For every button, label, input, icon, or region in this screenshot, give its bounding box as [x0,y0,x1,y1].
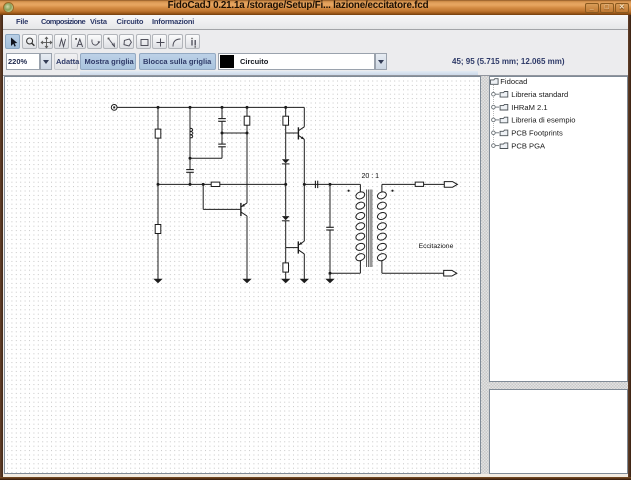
svg-text:20 : 1: 20 : 1 [362,173,380,180]
svg-text:Fidocad: Fidocad [500,77,527,86]
svg-text:Libreria standard: Libreria standard [511,90,568,99]
svg-text:Eccitazione: Eccitazione [419,243,454,250]
svg-text:Libreria di esempio: Libreria di esempio [511,116,575,125]
svg-text:IHRaM 2.1: IHRaM 2.1 [511,103,547,112]
svg-text:PCB PGA: PCB PGA [511,141,546,150]
svg-text:PCB Footprints: PCB Footprints [511,129,563,138]
